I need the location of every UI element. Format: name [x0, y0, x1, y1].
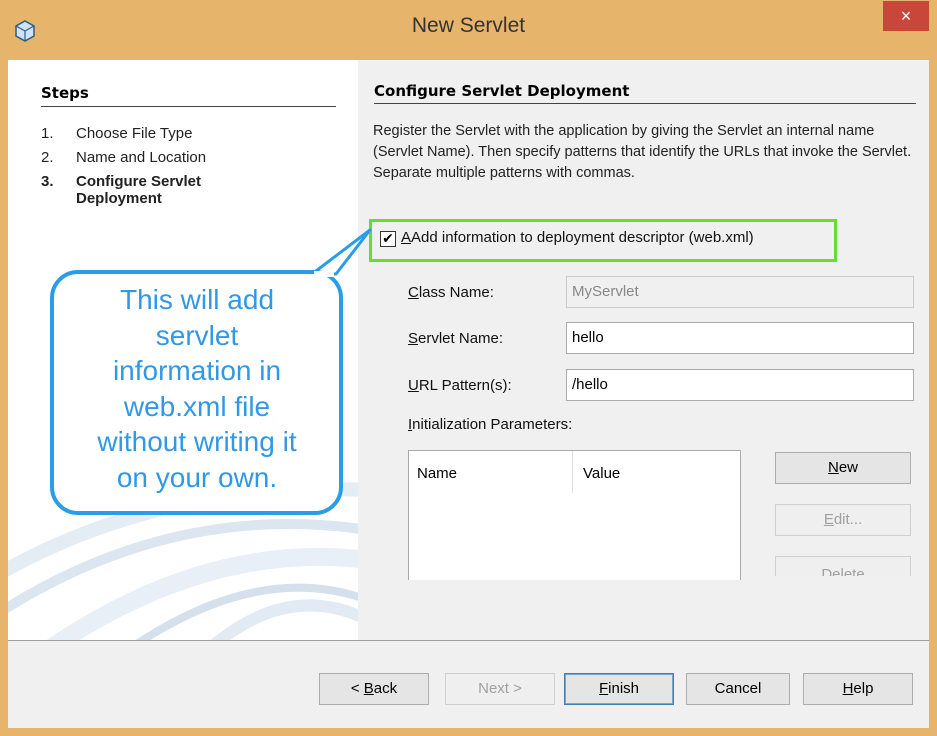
- callout-line: information in: [112, 355, 282, 386]
- callout-line: This will add: [119, 284, 275, 315]
- callout-line: without writing it: [97, 426, 297, 457]
- callout-line: on your own.: [116, 461, 278, 493]
- callout-line: servlet: [155, 319, 239, 351]
- new-servlet-dialog: New Servlet × Steps 1. Choose File Type 2…: [0, 0, 937, 736]
- callout-text: This will add servlet information in web…: [56, 282, 338, 495]
- callout-line: web.xml file: [123, 390, 271, 422]
